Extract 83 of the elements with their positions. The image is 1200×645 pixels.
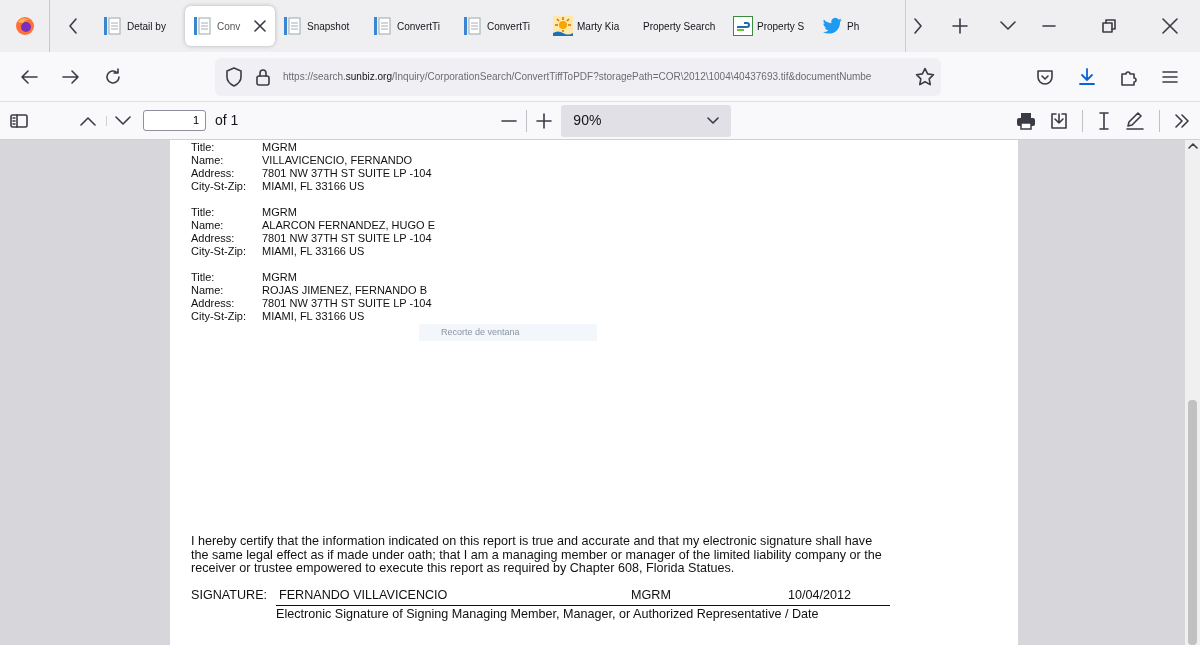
field-value: MIAMI, FL 33166 US	[262, 245, 365, 258]
snip-tooltip: Recorte de ventana	[419, 324, 597, 341]
page-number-field[interactable]: 1	[143, 110, 206, 131]
signature-date: 10/04/2012	[788, 587, 852, 602]
field-label: Title:	[191, 206, 216, 219]
signer-name: FERNANDO VILLAVICENCIO	[279, 587, 449, 602]
list-tabs-icon[interactable]	[1000, 21, 1016, 31]
field-label: Name:	[191, 154, 225, 167]
document-icon	[103, 16, 123, 36]
menu-icon[interactable]	[1162, 69, 1178, 84]
lock-icon[interactable]	[255, 67, 271, 86]
field-value: 7801 NW 37TH ST SUITE LP -104	[262, 297, 432, 310]
page-count-label: of 1	[215, 111, 239, 130]
field-value: MIAMI, FL 33166 US	[262, 180, 365, 193]
sun-icon	[553, 16, 573, 36]
field-value: ROJAS JIMENEZ, FERNANDO B	[262, 284, 428, 297]
field-value: VILLAVICENCIO, FERNANDO	[262, 154, 413, 167]
zoom-select[interactable]: 90%	[561, 104, 732, 137]
close-icon[interactable]	[1162, 18, 1178, 34]
field-value: MGRM	[262, 141, 297, 154]
field-value: MIAMI, FL 33166 US	[262, 310, 365, 323]
signature-caption: Electronic Signature of Signing Managing Member, Manager, or Authorized Representative / Date	[276, 604, 890, 621]
tab[interactable]: ConvertTi	[365, 6, 455, 46]
more-tools-icon[interactable]	[1174, 113, 1190, 128]
signature-label: SIGNATURE:	[191, 587, 269, 602]
field-value: MGRM	[262, 206, 297, 219]
field-label: Title:	[191, 141, 216, 154]
document-icon	[193, 16, 213, 36]
url-text: https://search.sunbiz.org/Inquiry/CorporationSearch/ConvertTiffToPDF?storagePath=COR\2012\1004\40437693.tif&documentNumbe	[283, 70, 873, 84]
field-value: 7801 NW 37TH ST SUITE LP -104	[262, 232, 432, 245]
address-field[interactable]: https://search.sunbiz.org/Inquiry/CorporationSearch/ConvertTiffToPDF?storagePath=COR\2012\1004\40437693.tif&documentNumbe	[215, 57, 941, 96]
next-page-icon[interactable]	[115, 115, 131, 126]
bracket-icon	[733, 16, 753, 36]
save-icon[interactable]	[1050, 111, 1068, 130]
document-icon	[463, 16, 483, 36]
field-label: City-St-Zip:	[191, 180, 247, 193]
field-value: ALARCON FERNANDEZ, HUGO E	[262, 219, 435, 232]
sidebar-toggle-icon[interactable]	[10, 113, 28, 128]
forward-arrow-icon[interactable]	[62, 68, 80, 85]
tab[interactable]: Conv	[185, 6, 275, 46]
bird-icon	[823, 16, 843, 36]
field-value: MGRM	[262, 271, 297, 284]
document-icon	[283, 16, 303, 36]
back-chevron-icon[interactable]	[66, 17, 79, 35]
tab[interactable]: ConvertTi	[455, 6, 545, 46]
back-arrow-icon[interactable]	[20, 68, 38, 85]
scrollbar[interactable]	[1185, 140, 1200, 645]
field-label: City-St-Zip:	[191, 310, 247, 323]
field-label: Address:	[191, 297, 236, 310]
minimize-icon[interactable]	[1042, 24, 1056, 28]
bookmark-star-icon[interactable]	[915, 66, 935, 87]
field-label: Name:	[191, 284, 225, 297]
dropdown-caret-icon	[707, 116, 720, 125]
tab[interactable]: Property Search	[635, 6, 725, 46]
field-label: Name:	[191, 219, 225, 232]
previous-page-icon[interactable]	[80, 115, 96, 126]
field-label: Address:	[191, 167, 236, 180]
download-icon[interactable]	[1078, 67, 1096, 86]
pocket-icon[interactable]	[1036, 68, 1054, 85]
shield-icon[interactable]	[225, 66, 243, 87]
field-label: Address:	[191, 232, 236, 245]
reload-icon[interactable]	[104, 67, 122, 86]
browser-logo-icon[interactable]	[14, 16, 35, 36]
tab[interactable]: Detail by	[95, 6, 185, 46]
new-tab-icon[interactable]	[952, 18, 968, 34]
zoom-in-icon[interactable]	[535, 111, 554, 130]
field-label: City-St-Zip:	[191, 245, 247, 258]
field-label: Title:	[191, 271, 216, 284]
document-icon	[373, 16, 393, 36]
tab-scroll-chevron-icon[interactable]	[912, 17, 924, 35]
restore-icon[interactable]	[1102, 19, 1116, 33]
tab[interactable]: Marty Kia	[545, 6, 635, 46]
certification-paragraph: I hereby certify that the information indicated on this report is true and accurate and that my electronic signature shall have the same legal effect as if made under oath; that I am a managing member or manager of the limited liability company or the receiver or trustee empowered to execute this report as required by Chapter 608, Florida Statues.	[191, 535, 883, 576]
tab[interactable]: Ph	[815, 6, 905, 46]
tab[interactable]: Snapshot	[275, 6, 365, 46]
scroll-up-icon[interactable]	[1187, 142, 1198, 150]
close-icon[interactable]	[253, 19, 267, 33]
print-icon[interactable]	[1016, 111, 1036, 130]
tab[interactable]: Property S	[725, 6, 815, 46]
signer-title: MGRM	[631, 587, 672, 602]
field-value: 7801 NW 37TH ST SUITE LP -104	[262, 167, 432, 180]
text-cursor-icon[interactable]	[1097, 111, 1111, 130]
pen-icon[interactable]	[1125, 111, 1145, 130]
